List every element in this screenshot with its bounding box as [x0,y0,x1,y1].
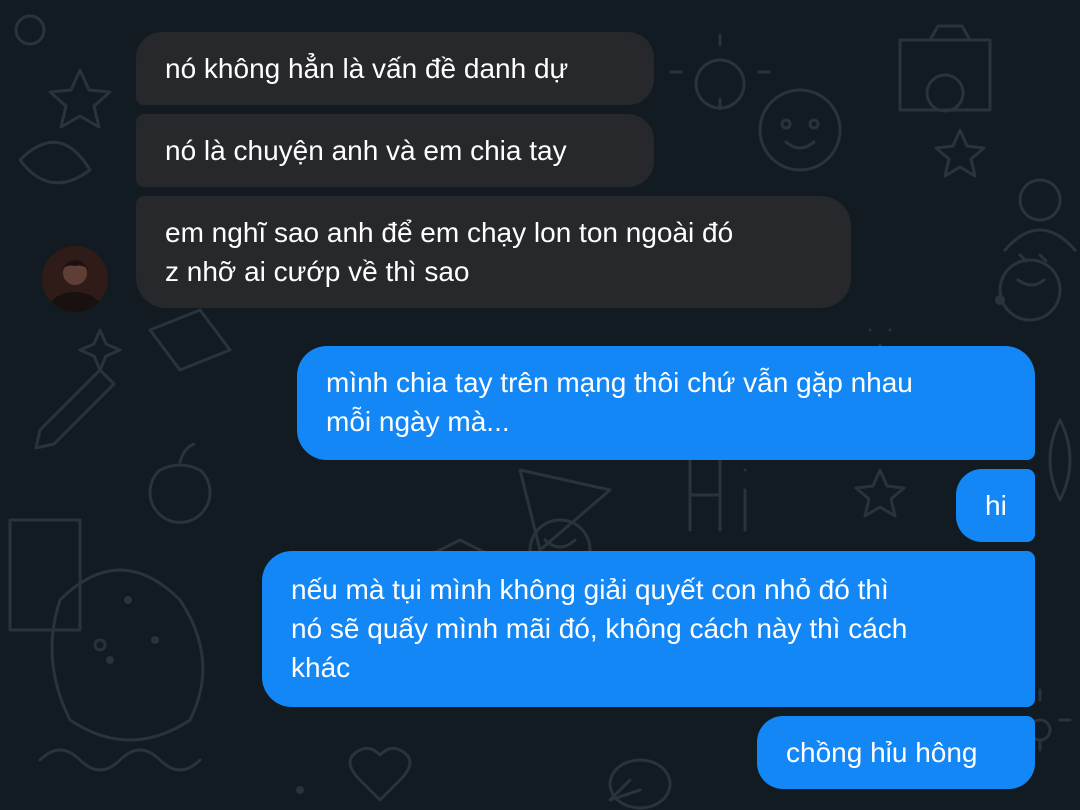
message-text-line: mỗi ngày mà... [326,406,510,437]
dot-doodle [106,656,114,664]
circle-doodle [14,14,46,46]
message-bubble-outgoing[interactable]: mình chia tay trên mạng thôi chứ vẫn gặp… [297,346,1035,460]
dot-doodle [124,596,132,604]
message-text: chồng hỉu hông [786,737,978,768]
message-text: nó là chuyện anh và em chia tay [165,135,567,166]
message-text-line: nó sẽ quấy mình mãi đó, không cách này t… [291,613,908,644]
message-bubble-outgoing[interactable]: hi [956,469,1035,542]
message-text: nó không hẳn là vấn đề danh dự [165,53,569,84]
message-text-line: em nghĩ sao anh để em chạy lon ton ngoài… [165,217,734,248]
star-doodle [854,468,906,518]
gear-doodle [669,33,771,111]
leaf-doodle [18,140,92,185]
message-bubble-outgoing[interactable]: chồng hỉu hông [757,716,1035,789]
chat-screen: nó không hẳn là vấn đề danh dự nó là chu… [0,0,1080,810]
dot-doodle [296,786,304,794]
dots-doodle [868,328,892,347]
apple-doodle [148,442,212,524]
message-text-line: nếu mà tụi mình không giải quyết con nhỏ… [291,574,889,605]
dinosaur-doodle [50,568,205,742]
sparkle-doodle [78,328,122,372]
message-bubble-incoming[interactable]: nó không hẳn là vấn đề danh dự [136,32,654,105]
message-text: hi [985,490,1007,521]
camera-doodle [898,24,992,113]
face-doodle [998,253,1062,322]
heart-doodle [348,746,412,802]
dot-doodle [151,636,159,644]
bubble-doodle [608,758,672,810]
message-text-line: z nhỡ ai cướp về thì sao [165,256,470,287]
face-doodle [758,88,842,172]
tag-doodle [148,308,232,372]
message-bubble-incoming[interactable]: em nghĩ sao anh để em chạy lon ton ngoài… [136,196,851,308]
message-bubble-incoming[interactable]: nó là chuyện anh và em chia tay [136,114,654,187]
person-doodle [1003,178,1077,252]
message-bubble-outgoing[interactable]: nếu mà tụi mình không giải quyết con nhỏ… [262,551,1035,707]
pencil-doodle [34,368,116,450]
star-doodle [48,68,112,129]
hi-doodle [688,458,747,532]
dot-doodle [995,295,1005,305]
wave-doodle [38,748,202,772]
message-text-line: mình chia tay trên mạng thôi chứ vẫn gặp… [326,367,913,398]
message-text-line: khác [291,652,351,683]
rocket-doodle [1048,418,1072,502]
avatar-photo-icon [42,246,108,312]
tablet-doodle [8,518,82,632]
sender-avatar[interactable] [42,246,108,312]
star-doodle [934,128,986,178]
